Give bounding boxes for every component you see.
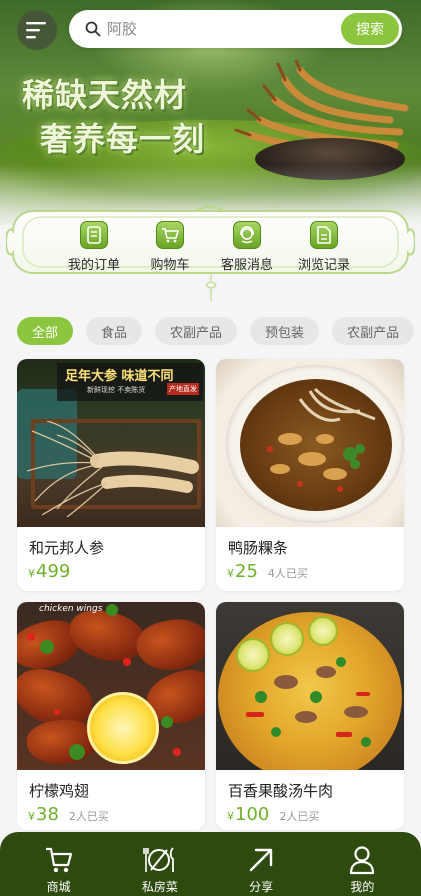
currency-symbol: ¥ bbox=[227, 567, 234, 580]
product-card[interactable]: 百香果酸汤牛肉 ¥ 100 2人已买 bbox=[216, 602, 404, 830]
quick-item-label: 客服消息 bbox=[220, 258, 273, 273]
product-name: 和元邦人参 bbox=[29, 539, 105, 557]
history-icon bbox=[310, 221, 338, 249]
quick-item-orders[interactable]: 我的订单 bbox=[54, 221, 134, 273]
search-bar[interactable]: 搜索 bbox=[69, 10, 402, 48]
noodle-toppings bbox=[267, 387, 376, 492]
search-button[interactable]: 搜索 bbox=[341, 13, 399, 45]
product-name: 柠檬鸡翅 bbox=[29, 782, 90, 800]
tab-all[interactable]: 全部 bbox=[17, 317, 74, 345]
image-tag: 产地直发 bbox=[167, 383, 199, 395]
currency-symbol: ¥ bbox=[28, 810, 35, 823]
service-icon bbox=[233, 221, 261, 249]
image-subline: 新鲜现挖 不卖陈货 bbox=[87, 386, 146, 394]
currency-symbol: ¥ bbox=[227, 810, 234, 823]
quick-item-service[interactable]: 客服消息 bbox=[207, 221, 287, 273]
image-label: chicken wings bbox=[39, 604, 103, 614]
knot-ornament bbox=[205, 275, 217, 301]
profile-icon bbox=[350, 846, 375, 875]
price-row: ¥ 25 4人已买 bbox=[227, 561, 308, 582]
nav-label: 我的 bbox=[350, 880, 375, 894]
product-image[interactable]: 足年大参 味道不同 新鲜现挖 不卖陈货 产地直发 bbox=[17, 359, 205, 527]
nav-item-shop[interactable]: 商城 bbox=[19, 844, 99, 896]
quick-item-label: 我的订单 bbox=[67, 258, 120, 273]
quick-item-label: 购物车 bbox=[150, 258, 190, 273]
search-icon bbox=[85, 21, 101, 37]
category-tabs: 全部 食品 农副产品 预包装 农副产品 bbox=[17, 317, 415, 345]
price-row: ¥ 499 bbox=[28, 561, 70, 582]
quick-item-label: 浏览记录 bbox=[297, 258, 350, 273]
product-price: 38 bbox=[36, 804, 59, 825]
ginseng-root bbox=[27, 421, 199, 517]
product-image[interactable]: chicken wings bbox=[17, 602, 205, 770]
price-row: ¥ 100 2人已买 bbox=[227, 804, 319, 825]
price-row: ¥ 38 2人已买 bbox=[28, 804, 109, 825]
nav-label: 私房菜 bbox=[141, 880, 178, 894]
currency-symbol: ¥ bbox=[28, 567, 35, 580]
tab-prepackaged[interactable]: 预包装 bbox=[250, 317, 320, 345]
nav-item-profile[interactable]: 我的 bbox=[322, 844, 402, 896]
share-arrow-icon bbox=[249, 848, 273, 872]
tab-agri-products[interactable]: 农副产品 bbox=[155, 317, 238, 345]
product-card[interactable]: chicken wings 柠檬鸡翅 ¥ 38 2人已买 bbox=[17, 602, 205, 830]
garnish bbox=[27, 604, 181, 760]
hero-title: 稀缺天然材 bbox=[22, 76, 188, 114]
product-image[interactable] bbox=[216, 602, 404, 770]
quick-menu-panel: 我的订单 购物车 客服消息 浏览记录 bbox=[6, 205, 415, 301]
shop-cart-icon bbox=[45, 847, 72, 873]
menu-button[interactable] bbox=[17, 10, 57, 50]
cart-icon bbox=[156, 221, 184, 249]
product-price: 499 bbox=[36, 561, 71, 582]
tab-agri-products-2[interactable]: 农副产品 bbox=[332, 317, 415, 345]
search-input[interactable] bbox=[107, 20, 317, 38]
product-price: 25 bbox=[235, 561, 258, 582]
product-price: 100 bbox=[235, 804, 270, 825]
sold-count: 2人已买 bbox=[68, 810, 109, 823]
product-name: 鸭肠粿条 bbox=[228, 539, 289, 557]
quick-item-history[interactable]: 浏览记录 bbox=[284, 221, 364, 273]
product-name: 百香果酸汤牛肉 bbox=[228, 782, 334, 800]
soup-toppings bbox=[246, 657, 371, 747]
nav-item-share[interactable]: 分享 bbox=[221, 844, 301, 896]
nav-label: 分享 bbox=[249, 880, 274, 894]
nav-item-private-dishes[interactable]: 私房菜 bbox=[120, 844, 200, 896]
image-headline: 足年大参 味道不同 bbox=[65, 369, 174, 384]
hero-subtitle: 奢养每一刻 bbox=[40, 120, 206, 158]
bottom-navigation: 商城 私房菜 分享 我的 bbox=[0, 832, 421, 896]
product-image[interactable] bbox=[216, 359, 404, 527]
menu-icon bbox=[26, 22, 46, 39]
nav-label: 商城 bbox=[46, 880, 71, 894]
tab-food[interactable]: 食品 bbox=[86, 317, 143, 345]
dining-icon bbox=[143, 847, 174, 872]
product-card[interactable]: 鸭肠粿条 ¥ 25 4人已买 bbox=[216, 359, 404, 591]
quick-item-cart[interactable]: 购物车 bbox=[130, 221, 210, 273]
product-card[interactable]: 足年大参 味道不同 新鲜现挖 不卖陈货 产地直发 和元邦人参 ¥ 499 bbox=[17, 359, 205, 591]
sold-count: 2人已买 bbox=[279, 810, 320, 823]
order-icon bbox=[80, 221, 108, 249]
sold-count: 4人已买 bbox=[267, 567, 308, 580]
